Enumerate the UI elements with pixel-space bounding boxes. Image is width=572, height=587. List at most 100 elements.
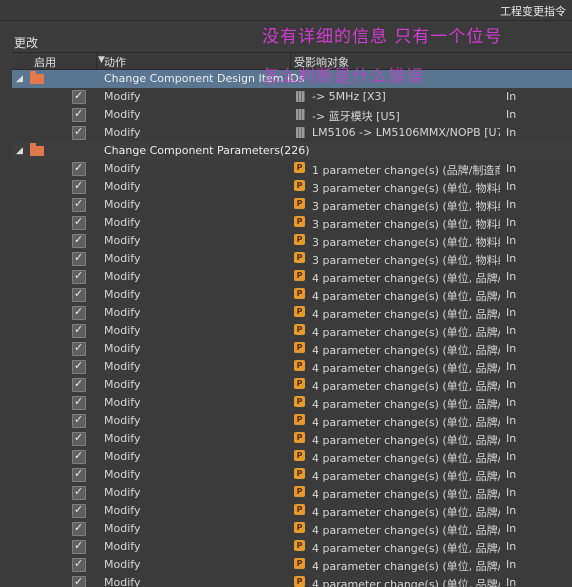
action-label: Modify [104,504,141,517]
change-row[interactable]: Modify P 3 parameter change(s) (单位, 物料编号 In [12,250,572,268]
change-row[interactable]: Modify LM5106 -> LM5106MMX/NOPB [U7] In [12,124,572,142]
change-row[interactable]: Modify P 4 parameter change(s) (单位, 品牌/制 In [12,340,572,358]
affected-object: 3 parameter change(s) (单位, 物料编号 [312,200,500,213]
row-status: In [506,270,517,283]
affected-object: 4 parameter change(s) (单位, 品牌/制 [312,416,500,429]
change-row[interactable]: Modify P 3 parameter change(s) (单位, 物料编号 In [12,232,572,250]
parameter-icon: P [294,162,305,173]
change-row[interactable]: Modify P 3 parameter change(s) (单位, 物料编号 In [12,178,572,196]
change-row[interactable]: Modify P 4 parameter change(s) (单位, 品牌/制 In [12,484,572,502]
row-status: In [506,558,517,571]
enabled-checkbox[interactable] [72,575,86,587]
enabled-checkbox[interactable] [72,323,86,338]
enabled-checkbox[interactable] [72,197,86,212]
component-icon [296,127,305,138]
row-status: In [506,198,517,211]
enabled-checkbox[interactable] [72,485,86,500]
affected-object: 4 parameter change(s) (单位, 品牌/制 [312,452,500,465]
collapse-icon[interactable]: ◢ [16,146,23,156]
component-icon [296,91,305,102]
parameter-icon: P [294,378,305,389]
enabled-checkbox[interactable] [72,413,86,428]
parameter-icon: P [294,252,305,263]
enabled-checkbox[interactable] [72,467,86,482]
parameter-icon: P [294,180,305,191]
enabled-checkbox[interactable] [72,431,86,446]
action-label: Modify [104,288,141,301]
enabled-checkbox[interactable] [72,539,86,554]
enabled-checkbox[interactable] [72,179,86,194]
change-row[interactable]: Modify -> 5MHz [X3] In [12,88,572,106]
enabled-checkbox[interactable] [72,89,86,104]
affected-object: 3 parameter change(s) (单位, 物料编号 [312,218,500,231]
affected-object: 4 parameter change(s) (单位, 品牌/制 [312,308,500,321]
enabled-checkbox[interactable] [72,269,86,284]
affected-object: 4 parameter change(s) (单位, 品牌/制 [312,578,500,587]
action-label: Modify [104,180,141,193]
enabled-checkbox[interactable] [72,305,86,320]
change-row[interactable]: Modify P 4 parameter change(s) (单位, 品牌/制 In [12,304,572,322]
component-icon [296,109,305,120]
change-row[interactable]: Modify P 4 parameter change(s) (单位, 品牌/制 In [12,556,572,574]
change-row[interactable]: Modify P 4 parameter change(s) (单位, 品牌/制 In [12,394,572,412]
action-label: Modify [104,378,141,391]
row-status: In [506,162,517,175]
change-row[interactable]: Modify P 4 parameter change(s) (单位, 品牌/制 In [12,412,572,430]
change-row[interactable]: Modify P 4 parameter change(s) (单位, 品牌/制 In [12,520,572,538]
change-row[interactable]: Modify P 3 parameter change(s) (单位, 物料编号 In [12,196,572,214]
enabled-checkbox[interactable] [72,107,86,122]
enabled-checkbox[interactable] [72,341,86,356]
action-label: Modify [104,198,141,211]
parameter-icon: P [294,198,305,209]
row-status: In [506,324,517,337]
change-row[interactable]: Modify -> 蓝牙模块 [U5] In [12,106,572,124]
affected-object: 4 parameter change(s) (单位, 品牌/制 [312,524,500,537]
affected-object: 4 parameter change(s) (单位, 品牌/制 [312,434,500,447]
parameter-icon: P [294,486,305,497]
enabled-checkbox[interactable] [72,161,86,176]
parameter-icon: P [294,324,305,335]
enabled-checkbox[interactable] [72,233,86,248]
enabled-checkbox[interactable] [72,521,86,536]
change-row[interactable]: Modify P 3 parameter change(s) (单位, 物料编号 In [12,214,572,232]
change-row[interactable]: Modify P 1 parameter change(s) (品牌/制造商) In [12,160,572,178]
action-label: Modify [104,216,141,229]
change-row[interactable]: Modify P 4 parameter change(s) (单位, 品牌/制 In [12,430,572,448]
row-status: In [506,450,517,463]
enabled-checkbox[interactable] [72,503,86,518]
enabled-checkbox[interactable] [72,557,86,572]
parameter-icon: P [294,234,305,245]
enabled-checkbox[interactable] [72,359,86,374]
enabled-checkbox[interactable] [72,215,86,230]
row-status: In [506,378,517,391]
parameter-icon: P [294,558,305,569]
parameter-icon: P [294,504,305,515]
enabled-checkbox[interactable] [72,251,86,266]
change-row[interactable]: Modify P 4 parameter change(s) (单位, 品牌/制 In [12,376,572,394]
change-row[interactable]: Modify P 4 parameter change(s) (单位, 品牌/制 In [12,538,572,556]
column-header-action[interactable]: 动作 [104,54,126,70]
row-status: In [506,216,517,229]
column-header-enabled[interactable]: 启用 [34,54,56,70]
group-row[interactable]: ◢ Change Component Parameters(226) [12,142,572,160]
change-row[interactable]: Modify P 4 parameter change(s) (单位, 品牌/制 In [12,574,572,587]
change-row[interactable]: Modify P 4 parameter change(s) (单位, 品牌/制 In [12,268,572,286]
change-row[interactable]: Modify P 4 parameter change(s) (单位, 品牌/制 In [12,358,572,376]
enabled-checkbox[interactable] [72,449,86,464]
action-label: Modify [104,540,141,553]
column-divider[interactable] [96,53,97,69]
change-row[interactable]: Modify P 4 parameter change(s) (单位, 品牌/制 In [12,466,572,484]
change-row[interactable]: Modify P 4 parameter change(s) (单位, 品牌/制 In [12,286,572,304]
row-status: In [506,432,517,445]
change-row[interactable]: Modify P 4 parameter change(s) (单位, 品牌/制 In [12,448,572,466]
enabled-checkbox[interactable] [72,287,86,302]
change-row[interactable]: Modify P 4 parameter change(s) (单位, 品牌/制 In [12,502,572,520]
collapse-icon[interactable]: ◢ [16,74,23,84]
parameter-icon: P [294,576,305,587]
enabled-checkbox[interactable] [72,125,86,140]
enabled-checkbox[interactable] [72,395,86,410]
enabled-checkbox[interactable] [72,377,86,392]
change-row[interactable]: Modify P 4 parameter change(s) (单位, 品牌/制 In [12,322,572,340]
action-label: Modify [104,90,141,103]
action-label: Modify [104,522,141,535]
